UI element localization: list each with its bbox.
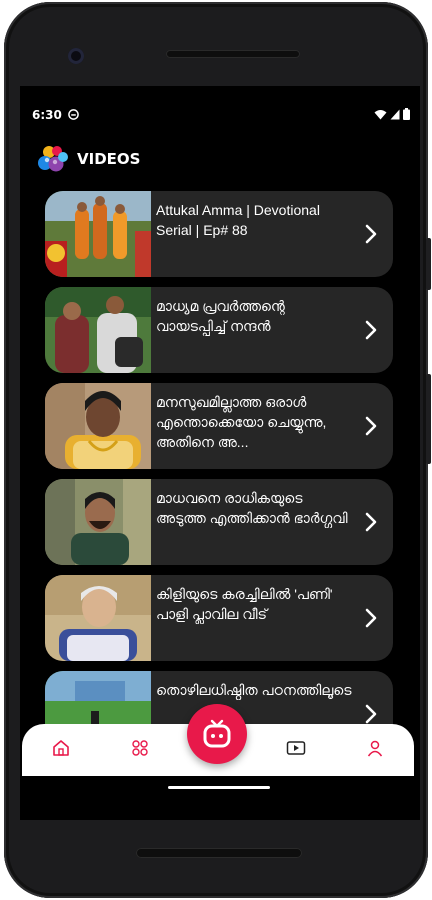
cell-signal-icon xyxy=(390,109,400,119)
profile-icon xyxy=(367,740,383,757)
video-play-icon xyxy=(286,741,306,755)
phone-frame: 6:30 VIDEOS Attukal Amma | Devotional Se… xyxy=(4,2,431,898)
app-logo-icon xyxy=(38,146,68,172)
notification-icon xyxy=(68,109,79,120)
chevron-right-icon[interactable] xyxy=(365,320,377,340)
video-title: മാധ്യമ പ്രവർത്തന്റെ വായടപ്പിച്ച് നന്ദൻ xyxy=(156,298,285,334)
nav-categories[interactable] xyxy=(130,738,150,758)
video-list: Attukal Amma | Devotional Serial | Ep# 8… xyxy=(45,191,393,767)
chevron-right-icon[interactable] xyxy=(365,512,377,532)
video-title: മനസുഖമില്ലാത്ത ഒരാൾ എന്തൊക്കെയോ ചെയ്യുന്… xyxy=(156,394,327,450)
video-card[interactable]: മാധ്യമ പ്രവർത്തന്റെ വായടപ്പിച്ച് നന്ദൻ xyxy=(45,287,393,373)
app-screen: 6:30 VIDEOS Attukal Amma | Devotional Se… xyxy=(20,86,420,820)
home-indicator[interactable] xyxy=(168,786,270,789)
front-camera xyxy=(68,48,84,64)
video-title: മാധവനെ രാധികയുടെ അടുത്ത എത്തിക്കാൻ ഭാർഗ്… xyxy=(156,490,348,526)
video-thumbnail xyxy=(45,575,151,661)
video-title: Attukal Amma | Devotional Serial | Ep# 8… xyxy=(156,202,320,238)
power-button xyxy=(426,238,431,290)
battery-icon xyxy=(403,108,410,120)
grid-icon xyxy=(132,740,148,756)
video-card[interactable]: കിളിയുടെ കരച്ചിലിൽ 'പണി' പാളി പ്ലാവില വീ… xyxy=(45,575,393,661)
volume-button xyxy=(426,374,431,464)
wifi-icon xyxy=(374,109,387,119)
chevron-right-icon[interactable] xyxy=(365,608,377,628)
tv-icon xyxy=(203,719,231,748)
page-title: VIDEOS xyxy=(77,150,141,168)
video-thumbnail xyxy=(45,191,151,277)
chevron-right-icon[interactable] xyxy=(365,224,377,244)
home-icon xyxy=(53,740,69,756)
nav-videos[interactable] xyxy=(286,738,306,758)
chevron-right-icon[interactable] xyxy=(365,704,377,724)
video-thumbnail xyxy=(45,479,151,565)
video-title: തൊഴിലധിഷ്ഠിത പഠനത്തിലൂടെ xyxy=(156,682,352,698)
video-card[interactable]: Attukal Amma | Devotional Serial | Ep# 8… xyxy=(45,191,393,277)
video-thumbnail xyxy=(45,383,151,469)
bottom-speaker xyxy=(136,848,302,858)
earpiece-speaker xyxy=(166,50,300,58)
video-card[interactable]: മാധവനെ രാധികയുടെ അടുത്ത എത്തിക്കാൻ ഭാർഗ്… xyxy=(45,479,393,565)
chevron-right-icon[interactable] xyxy=(365,416,377,436)
nav-home[interactable] xyxy=(51,738,71,758)
nav-live-tv-button[interactable] xyxy=(187,704,247,764)
nav-profile[interactable] xyxy=(365,738,385,758)
video-card[interactable]: മനസുഖമില്ലാത്ത ഒരാൾ എന്തൊക്കെയോ ചെയ്യുന്… xyxy=(45,383,393,469)
video-thumbnail xyxy=(45,287,151,373)
video-title: കിളിയുടെ കരച്ചിലിൽ 'പണി' പാളി പ്ലാവില വീ… xyxy=(156,586,333,622)
status-icons xyxy=(374,108,410,120)
status-time: 6:30 xyxy=(32,108,62,122)
